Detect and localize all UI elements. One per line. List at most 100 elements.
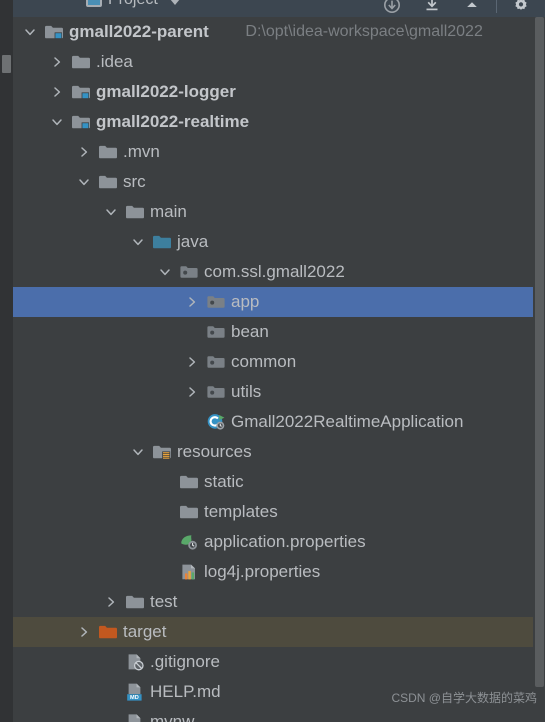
tree-row[interactable]: .gitignore	[13, 647, 545, 677]
tree-row-label: static	[204, 472, 244, 491]
tree-row[interactable]: utils	[13, 377, 545, 407]
file-icon	[124, 711, 146, 722]
project-title: Project	[108, 0, 158, 9]
chevron-right-icon[interactable]	[77, 625, 91, 639]
spring-properties-icon	[178, 531, 200, 553]
tree-row[interactable]: resources	[13, 437, 545, 467]
chevron-down-icon[interactable]	[50, 115, 64, 129]
tool-window-stripe: Project	[0, 0, 13, 722]
package-icon	[205, 321, 227, 343]
tree-row[interactable]: com.ssl.gmall2022	[13, 257, 545, 287]
tree-row[interactable]: main	[13, 197, 545, 227]
tree-row[interactable]: templates	[13, 497, 545, 527]
folder-icon	[124, 591, 146, 613]
chevron-right-icon[interactable]	[50, 85, 64, 99]
chevron-right-icon[interactable]	[185, 295, 199, 309]
tree-row[interactable]: app	[13, 287, 545, 317]
tree-row-label: HELP.md	[150, 682, 221, 701]
java-class-runnable-icon	[205, 411, 227, 433]
tree-row[interactable]: application.properties	[13, 527, 545, 557]
module-folder-icon	[70, 81, 92, 103]
tree-row-label: .idea	[96, 52, 133, 71]
package-icon	[178, 261, 200, 283]
collapse-all-icon[interactable]	[412, 0, 452, 16]
project-view-selector[interactable]: Project	[86, 0, 180, 9]
tree-row-label: resources	[177, 442, 252, 461]
log4j-properties-icon	[178, 561, 200, 583]
module-folder-icon	[43, 21, 65, 43]
tree-row[interactable]: src	[13, 167, 545, 197]
tree-row[interactable]: gmall2022-logger	[13, 77, 545, 107]
gear-icon[interactable]	[501, 0, 541, 16]
tool-window-stripe-button[interactable]	[2, 55, 11, 73]
tree-row-label: templates	[204, 502, 278, 521]
chevron-down-icon[interactable]	[169, 0, 180, 5]
package-icon	[205, 381, 227, 403]
source-folder-icon	[151, 231, 173, 253]
tree-row-label: gmall2022-logger	[96, 82, 236, 101]
tree-row[interactable]: static	[13, 467, 545, 497]
locate-icon[interactable]	[372, 0, 412, 16]
module-folder-icon	[70, 111, 92, 133]
tree-row[interactable]: gmall2022-parent D:\opt\idea-workspace\gm…	[13, 17, 545, 47]
chevron-down-icon[interactable]	[23, 25, 37, 39]
folder-icon	[97, 141, 119, 163]
project-icon	[86, 0, 102, 7]
tree-row[interactable]: java	[13, 227, 545, 257]
chevron-right-icon[interactable]	[185, 355, 199, 369]
tree-row-path: D:\opt\idea-workspace\gmall2022	[245, 23, 483, 40]
markdown-file-icon: MD	[124, 681, 146, 703]
chevron-right-icon[interactable]	[77, 145, 91, 159]
chevron-down-icon[interactable]	[158, 265, 172, 279]
chevron-down-icon[interactable]	[131, 445, 145, 459]
tree-row-label: gmall2022-parent	[69, 22, 209, 41]
chevron-down-icon[interactable]	[77, 175, 91, 189]
tree-row[interactable]: log4j.properties	[13, 557, 545, 587]
tree-row[interactable]: mvnw	[13, 707, 545, 722]
toolbar-separator	[496, 0, 497, 13]
excluded-folder-icon	[97, 621, 119, 643]
tree-row-label: utils	[231, 382, 262, 401]
folder-icon	[178, 501, 200, 523]
tree-row-label: gmall2022-realtime	[96, 112, 250, 131]
tree-row-label: app	[231, 292, 260, 311]
folder-icon	[97, 171, 119, 193]
chevron-right-icon[interactable]	[50, 55, 64, 69]
tree-row-label: mvnw	[150, 712, 195, 722]
tree-row-label: Gmall2022RealtimeApplication	[231, 412, 464, 431]
tree-row-label: test	[150, 592, 178, 611]
chevron-right-icon[interactable]	[185, 385, 199, 399]
folder-icon	[178, 471, 200, 493]
chevron-down-icon[interactable]	[104, 205, 118, 219]
chevron-right-icon[interactable]	[104, 595, 118, 609]
tree-row-label: target	[123, 622, 167, 641]
tree-row[interactable]: gmall2022-realtime	[13, 107, 545, 137]
tree-row-label: com.ssl.gmall2022	[204, 262, 345, 281]
chevron-down-icon[interactable]	[131, 235, 145, 249]
folder-icon	[124, 201, 146, 223]
package-icon	[205, 291, 227, 313]
tree-row[interactable]: target	[13, 617, 545, 647]
project-tree[interactable]: gmall2022-parent D:\opt\idea-workspace\gm…	[13, 17, 545, 722]
tree-row-label: application.properties	[204, 532, 366, 551]
tree-row-label: common	[231, 352, 297, 371]
gitignore-file-icon	[124, 651, 146, 673]
tree-row-label: .gitignore	[150, 652, 220, 671]
watermark: CSDN @自学大数据的菜鸡	[391, 691, 537, 705]
tree-row[interactable]: common	[13, 347, 545, 377]
tree-row[interactable]: .idea	[13, 47, 545, 77]
tree-row-label: bean	[231, 322, 269, 341]
tree-row-label: log4j.properties	[204, 562, 321, 581]
resource-folder-icon	[151, 441, 173, 463]
tree-row[interactable]: bean	[13, 317, 545, 347]
tree-row[interactable]: test	[13, 587, 545, 617]
tree-row-label: main	[150, 202, 187, 221]
tree-row[interactable]: .mvn	[13, 137, 545, 167]
vertical-scrollbar[interactable]	[535, 17, 544, 687]
tree-row[interactable]: Gmall2022RealtimeApplication	[13, 407, 545, 437]
project-toolbar: Project	[13, 0, 545, 17]
tree-row-label: src	[123, 172, 146, 191]
hide-icon[interactable]	[452, 0, 492, 16]
tree-row-label: java	[177, 232, 209, 251]
toolbar-actions	[372, 0, 541, 16]
